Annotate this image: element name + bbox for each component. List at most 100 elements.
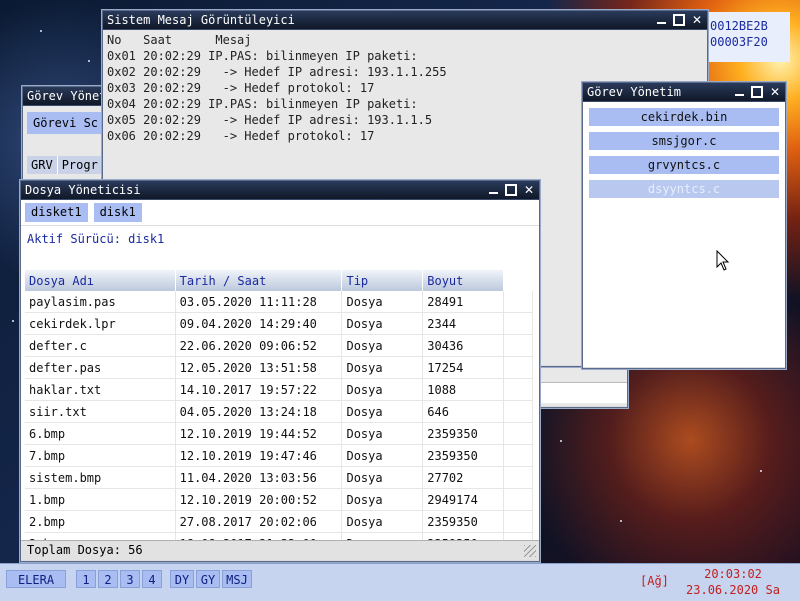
maximize-icon[interactable]	[505, 184, 517, 196]
desktop-button-4[interactable]: 4	[142, 570, 162, 588]
maximize-icon[interactable]	[751, 86, 763, 98]
desktop-button-2[interactable]: 2	[98, 570, 118, 588]
file-type: Dosya	[341, 356, 424, 379]
desktop-button-1[interactable]: 1	[76, 570, 96, 588]
file-size: 28491	[422, 291, 505, 313]
file-row[interactable]: 1.bmp 12.10.2019 20:00:52 Dosya 2949174	[25, 488, 533, 511]
column-header-date[interactable]: Tarih / Saat	[175, 270, 343, 291]
minimize-icon[interactable]	[733, 86, 745, 98]
task-item-smsjgor[interactable]: smsjgor.c	[589, 132, 779, 150]
window-title: Sistem Mesaj Görüntüleyici	[107, 13, 295, 27]
message-line: 0x02 20:02:29 -> Hedef IP adresi: 193.1.…	[107, 65, 447, 79]
file-name: 6.bmp	[25, 422, 176, 445]
close-icon[interactable]: ✕	[769, 86, 781, 98]
title-bar[interactable]: Sistem Mesaj Görüntüleyici ✕	[103, 11, 707, 30]
col-program: Progr	[57, 156, 103, 174]
task-item-dsyyntcs[interactable]: dsyyntcs.c	[589, 180, 779, 198]
file-date: 09.04.2020 14:29:40	[175, 312, 343, 335]
file-row[interactable]: paylasim.pas 03.05.2020 11:11:28 Dosya 2849…	[25, 291, 533, 313]
maximize-icon[interactable]	[673, 14, 685, 26]
row-spacer	[503, 400, 533, 423]
task-item-grvyntcs[interactable]: grvyntcs.c	[589, 156, 779, 174]
clock-date: 23.06.2020 Sa	[686, 583, 780, 597]
file-name: 7.bmp	[25, 444, 176, 467]
file-row[interactable]: 2.bmp 27.08.2017 20:02:06 Dosya 2359350	[25, 510, 533, 533]
taskbar: ELERA 1 2 3 4 DY GY MSJ [Ağ] 20:03:02 23…	[0, 563, 800, 601]
tab-task[interactable]: Görevi Sc	[27, 112, 105, 134]
row-spacer	[503, 488, 533, 511]
row-spacer	[503, 466, 533, 489]
file-date: 03.05.2020 11:11:28	[175, 291, 343, 313]
column-header-name[interactable]: Dosya Adı	[25, 270, 176, 291]
file-row[interactable]: 6.bmp 12.10.2019 19:44:52 Dosya 2359350	[25, 422, 533, 445]
drive-button-disk1[interactable]: disk1	[93, 203, 142, 222]
file-date: 12.10.2019 19:47:46	[175, 444, 343, 467]
task-manager-window[interactable]: Görev Yönetim ✕ cekirdek.bin smsjgor.c g…	[582, 82, 786, 369]
app-button-dy[interactable]: DY	[170, 570, 194, 588]
minimize-icon[interactable]	[487, 184, 499, 196]
status-bar: Toplam Dosya: 56	[21, 540, 539, 560]
file-date: 22.06.2020 09:06:52	[175, 334, 343, 357]
resize-grip-icon[interactable]	[524, 545, 536, 557]
column-spacer	[503, 270, 533, 291]
star	[620, 520, 622, 522]
window-title: Görev Yönetim	[587, 85, 681, 99]
file-row[interactable]: siir.txt 04.05.2020 13:24:18 Dosya 646	[25, 400, 533, 423]
window-title: Dosya Yöneticisi	[25, 183, 141, 197]
file-date: 04.05.2020 13:24:18	[175, 400, 343, 423]
file-count: Toplam Dosya: 56	[27, 543, 143, 557]
address-line-1: 0012BE2B	[710, 19, 768, 33]
close-icon[interactable]: ✕	[691, 14, 703, 26]
star	[12, 320, 14, 322]
file-size: 30436	[422, 334, 505, 357]
task-list: cekirdek.bin smsjgor.c grvyntcs.c dsyynt…	[583, 102, 785, 367]
file-name: haklar.txt	[25, 378, 176, 401]
file-row[interactable]: defter.pas 12.05.2020 13:51:58 Dosya 17254	[25, 356, 533, 379]
file-type: Dosya	[341, 291, 424, 313]
star	[88, 60, 90, 62]
star	[560, 440, 562, 442]
file-row[interactable]: 7.bmp 12.10.2019 19:47:46 Dosya 2359350	[25, 444, 533, 467]
title-bar[interactable]: Dosya Yöneticisi ✕	[21, 181, 539, 200]
file-type: Dosya	[341, 422, 424, 445]
file-name: defter.pas	[25, 356, 176, 379]
task-item-cekirdek[interactable]: cekirdek.bin	[589, 108, 779, 126]
app-button-msj[interactable]: MSJ	[222, 570, 252, 588]
file-type: Dosya	[341, 466, 424, 489]
network-indicator[interactable]: [Ağ]	[640, 574, 669, 588]
active-drive-label: Aktif Sürücü: disk1	[27, 232, 165, 246]
drive-button-disket1[interactable]: disket1	[25, 203, 88, 222]
row-spacer	[503, 334, 533, 357]
column-header-size[interactable]: Boyut	[422, 270, 505, 291]
file-size: 2344	[422, 312, 505, 335]
title-bar[interactable]: Görev Yönetim ✕	[583, 83, 785, 102]
file-type: Dosya	[341, 488, 424, 511]
row-spacer	[503, 291, 533, 313]
file-row[interactable]: sistem.bmp 11.04.2020 13:03:56 Dosya 27702	[25, 466, 533, 489]
file-row[interactable]: cekirdek.lpr 09.04.2020 14:29:40 Dosya 2344	[25, 312, 533, 335]
file-name: defter.c	[25, 334, 176, 357]
row-spacer	[503, 510, 533, 533]
file-row[interactable]: defter.c 22.06.2020 09:06:52 Dosya 30436	[25, 334, 533, 357]
start-button[interactable]: ELERA	[6, 570, 66, 588]
address-box: 0012BE2B 00003F20	[706, 12, 790, 62]
minimize-icon[interactable]	[655, 14, 667, 26]
file-size: 27702	[422, 466, 505, 489]
file-type: Dosya	[341, 510, 424, 533]
file-size: 2359350	[422, 510, 505, 533]
drive-bar: disket1 disk1	[21, 200, 539, 226]
file-size: 646	[422, 400, 505, 423]
file-name: 1.bmp	[25, 488, 176, 511]
file-manager-window[interactable]: Dosya Yöneticisi ✕ disket1 disk1 Aktif S…	[20, 180, 540, 562]
address-line-2: 00003F20	[710, 35, 768, 49]
file-size: 2949174	[422, 488, 505, 511]
file-row[interactable]: haklar.txt 14.10.2017 19:57:22 Dosya 1088	[25, 378, 533, 401]
mouse-pointer-icon	[716, 250, 730, 271]
desktop-button-3[interactable]: 3	[120, 570, 140, 588]
file-name: siir.txt	[25, 400, 176, 423]
app-button-gy[interactable]: GY	[196, 570, 220, 588]
file-date: 12.10.2019 19:44:52	[175, 422, 343, 445]
column-header-type[interactable]: Tip	[341, 270, 424, 291]
close-icon[interactable]: ✕	[523, 184, 535, 196]
row-spacer	[503, 378, 533, 401]
